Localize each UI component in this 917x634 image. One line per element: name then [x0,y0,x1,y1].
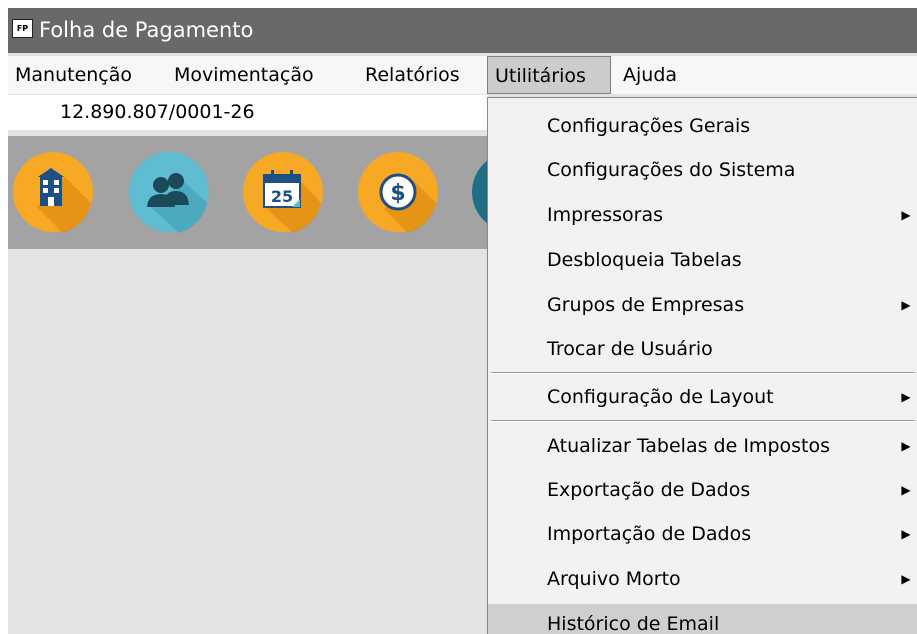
calendar-day-text: 25 [271,187,293,206]
application-window: FP Folha de Pagamento Manutenção Movimen… [8,8,917,634]
users-icon[interactable] [123,147,215,237]
menu-item-trocar-usuario[interactable]: Trocar de Usuário [488,329,917,369]
dollar-icon[interactable]: $ [352,147,444,237]
menu-item-grupos-empresas[interactable]: Grupos de Empresas ▶ [488,285,917,325]
menu-item-configuracao-layout[interactable]: Configuração de Layout ▶ [488,377,917,417]
menu-item-label: Arquivo Morto [547,568,681,590]
menu-item-impressoras[interactable]: Impressoras ▶ [488,195,917,235]
calendar-icon[interactable]: 25 [237,147,329,237]
submenu-arrow-icon: ▶ [901,390,911,404]
company-cnpj: 12.890.807/0001-26 [60,101,255,123]
menu-ajuda[interactable]: Ajuda [616,56,684,94]
menu-item-importacao-dados[interactable]: Importação de Dados ▶ [488,514,917,554]
submenu-arrow-icon: ▶ [901,572,911,586]
submenu-arrow-icon: ▶ [901,298,911,312]
menu-item-label: Atualizar Tabelas de Impostos [547,435,830,457]
submenu-arrow-icon: ▶ [901,483,911,497]
toolbar: 25 $ [8,136,552,249]
menu-item-atualizar-tabelas-impostos[interactable]: Atualizar Tabelas de Impostos ▶ [488,426,917,466]
dollar-symbol-text: $ [390,181,405,206]
utilitarios-dropdown-menu: Configurações Gerais Configurações do Si… [487,97,917,634]
menu-item-label: Histórico de Email [547,613,720,634]
menu-item-label: Configuração de Layout [547,386,774,408]
menu-item-desbloqueia-tabelas[interactable]: Desbloqueia Tabelas [488,240,917,280]
menu-item-label: Desbloqueia Tabelas [547,249,742,271]
submenu-arrow-icon: ▶ [901,439,911,453]
menu-separator [491,420,915,422]
title-bar[interactable]: FP Folha de Pagamento [8,8,917,53]
menu-utilitarios[interactable]: Utilitários [487,56,611,94]
company-bar: 12.890.807/0001-26 [8,95,488,130]
menu-item-label: Impressoras [547,204,664,226]
menu-manutencao[interactable]: Manutenção [8,56,139,94]
menu-item-label: Exportação de Dados [547,479,751,501]
window-title: Folha de Pagamento [39,18,254,42]
building-icon[interactable] [8,147,99,237]
menu-item-label: Trocar de Usuário [547,338,713,360]
submenu-arrow-icon: ▶ [901,208,911,222]
menu-movimentacao[interactable]: Movimentação [167,56,321,94]
menu-item-configuracoes-sistema[interactable]: Configurações do Sistema [488,150,917,190]
menu-item-historico-email[interactable]: Histórico de Email [488,604,917,634]
menu-item-exportacao-dados[interactable]: Exportação de Dados ▶ [488,470,917,510]
menu-separator [491,372,915,374]
menu-item-arquivo-morto[interactable]: Arquivo Morto ▶ [488,559,917,599]
menu-item-configuracoes-gerais[interactable]: Configurações Gerais [488,106,917,146]
menu-item-label: Importação de Dados [547,523,752,545]
menu-bar: Manutenção Movimentação Relatórios Utili… [8,56,917,94]
menu-item-label: Configurações do Sistema [547,159,796,181]
submenu-arrow-icon: ▶ [901,527,911,541]
menu-item-label: Grupos de Empresas [547,294,745,316]
app-logo-icon: FP [12,19,33,38]
menu-item-label: Configurações Gerais [547,115,751,137]
menu-relatorios[interactable]: Relatórios [358,56,467,94]
